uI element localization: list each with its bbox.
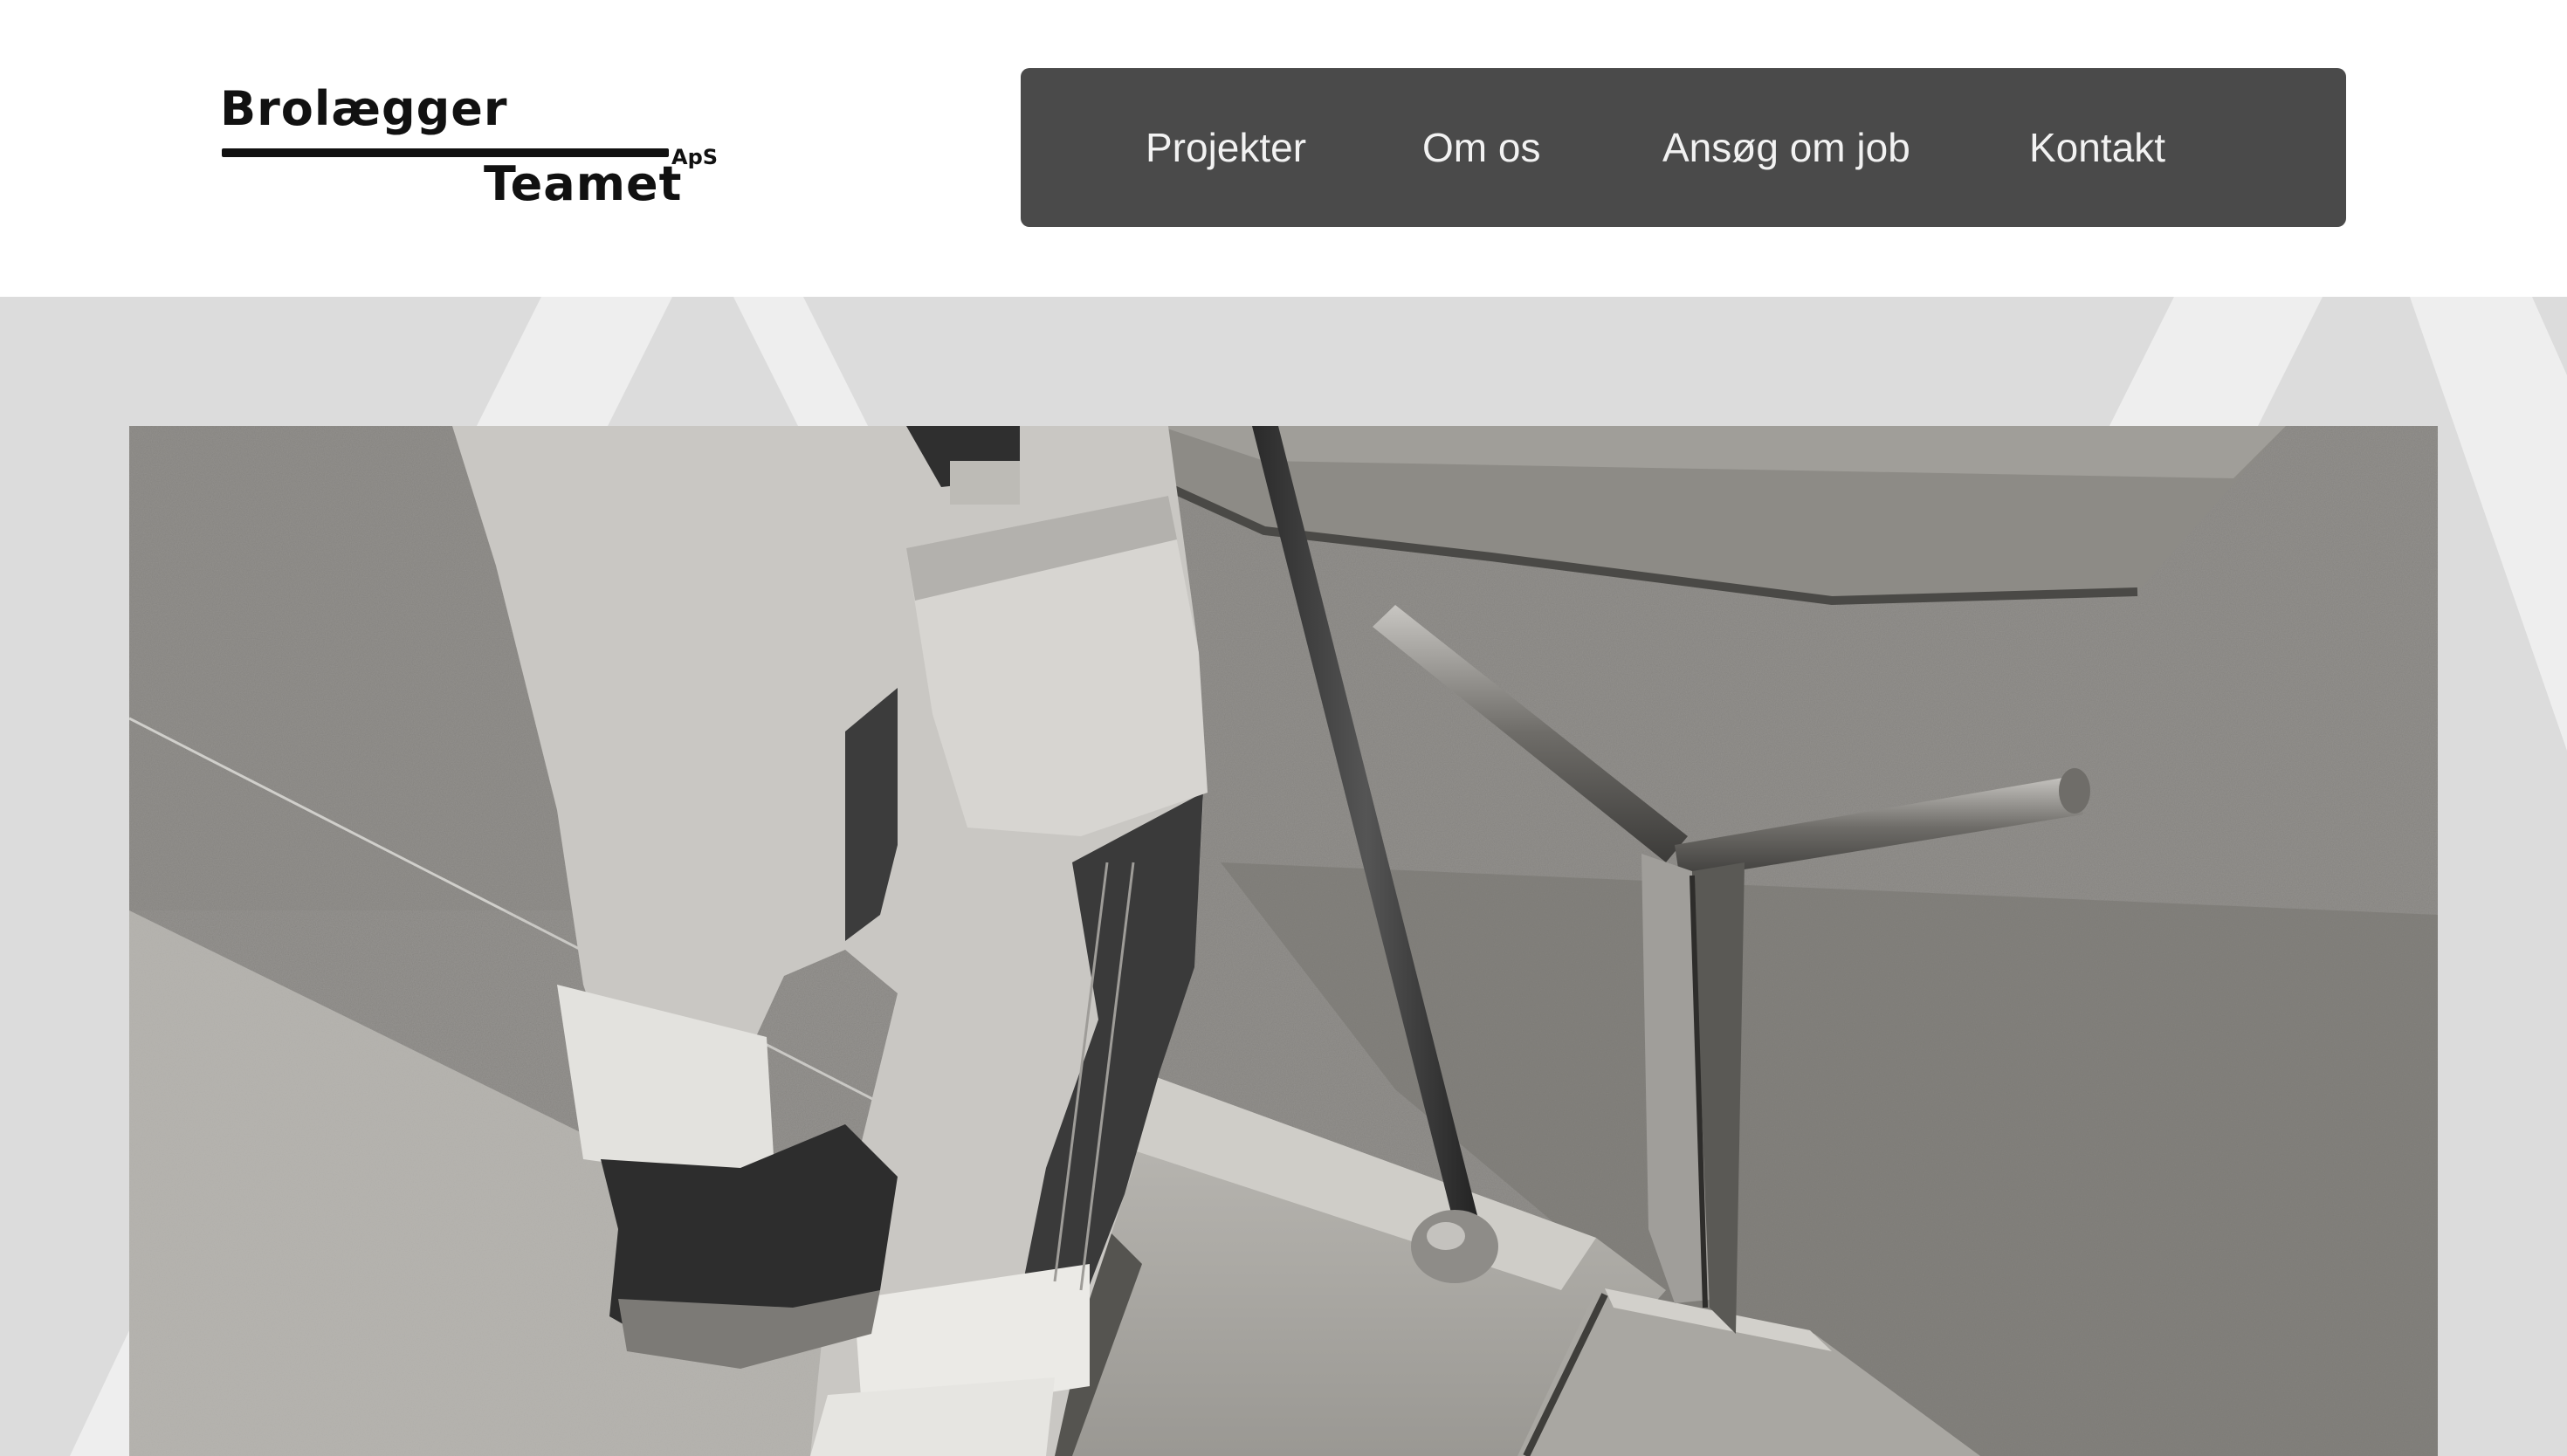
- nav-item-projekter[interactable]: Projekter: [1146, 124, 1306, 171]
- main-navigation: Projekter Om os Ansøg om job Kontakt: [1021, 68, 2346, 227]
- brand-logo[interactable]: Brolægger Teamet ApS: [220, 86, 726, 216]
- brand-name-line1: Brolægger: [220, 81, 508, 136]
- brand-suffix: ApS: [671, 145, 719, 169]
- nav-item-kontakt[interactable]: Kontakt: [2029, 124, 2165, 171]
- brand-name-line2: Teamet: [484, 156, 683, 211]
- nav-item-om-os[interactable]: Om os: [1422, 124, 1540, 171]
- site-header: Brolægger Teamet ApS Projekter Om os Ans…: [0, 0, 2567, 297]
- nav-item-ansog-om-job[interactable]: Ansøg om job: [1662, 124, 1910, 171]
- hero-section: [0, 297, 2567, 1456]
- hero-photo: [129, 426, 2438, 1456]
- worker-photo-illustration: [129, 426, 2438, 1456]
